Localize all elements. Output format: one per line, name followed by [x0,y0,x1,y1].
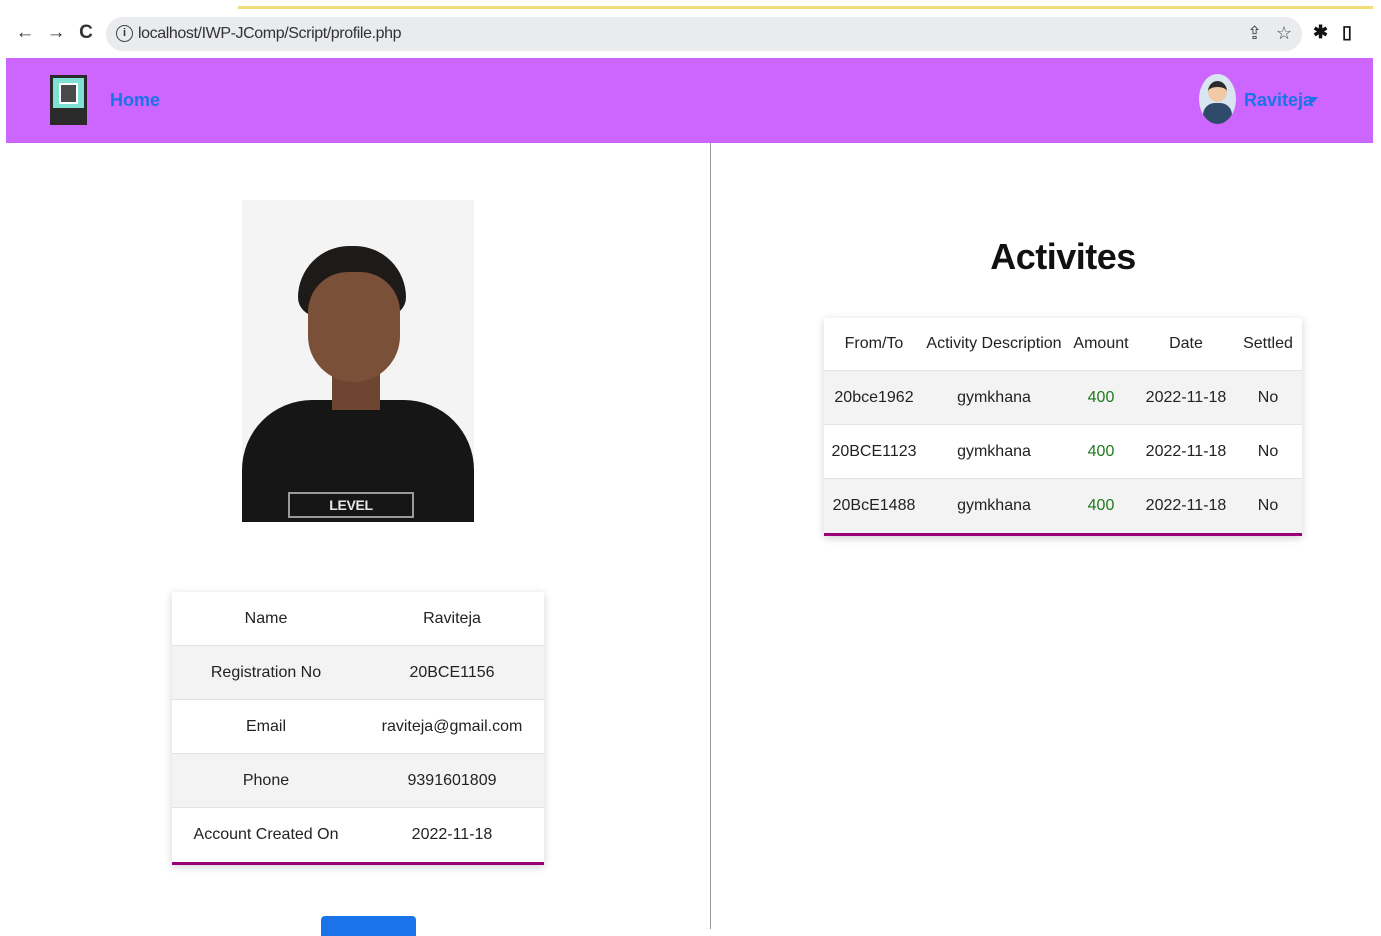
profile-row-email: Email raviteja@gmail.com [172,700,544,754]
from-to-cell: 20BcE1488 [832,497,916,514]
profile-row-created: Account Created On 2022-11-18 [172,808,544,862]
profile-row-name: Name Raviteja [172,592,544,646]
description-cell: gymkhana [957,442,1031,460]
table-row: 20BCE1123 gymkhana 400 2022-11-18 No [824,425,1302,479]
user-menu-toggle[interactable]: Raviteja [1244,90,1313,111]
settled-cell: No [1257,388,1279,406]
column-header: Amount [1073,335,1129,352]
profile-value: Raviteja [423,609,481,627]
date-cell: 2022-11-18 [1145,388,1227,406]
user-avatar[interactable] [1199,74,1236,124]
amount-cell: 400 [1087,442,1115,460]
table-header-row: From/To Activity Description Amount Date… [824,318,1302,371]
chevron-down-icon[interactable] [1308,97,1318,103]
reload-icon[interactable]: C [75,22,97,44]
profile-label: Registration No [210,663,322,681]
address-bar[interactable]: i localhost/IWP-JComp/Script/profile.php… [106,17,1302,51]
table-row: 20BcE1488 gymkhana 400 2022-11-18 No [824,479,1302,533]
profile-row-registration: Registration No 20BCE1156 [172,646,544,700]
site-navbar: Home Raviteja [6,58,1373,143]
profile-row-phone: Phone 9391601809 [172,754,544,808]
extensions-icon[interactable]: ✱ [1313,22,1328,43]
site-info-icon[interactable]: i [116,25,133,42]
page-load-progress [238,6,1373,9]
profile-action-button[interactable] [321,916,416,936]
amount-cell: 400 [1087,497,1115,514]
column-header: Activity Description [926,335,1062,352]
table-row: 20bce1962 gymkhana 400 2022-11-18 No [824,371,1302,425]
settled-cell: No [1257,442,1279,460]
description-cell: gymkhana [957,497,1031,514]
shirt-print-text: LEVEL UNLOCKED [288,492,414,522]
profile-photo: LEVEL UNLOCKED [242,200,474,522]
profile-value: 2022-11-18 [411,826,493,843]
profile-label: Phone [242,771,290,789]
settled-cell: No [1257,497,1279,514]
profile-value: 9391601809 [407,771,497,789]
column-header: Date [1169,335,1203,352]
from-to-cell: 20BCE1123 [831,442,917,460]
profile-value: raviteja@gmail.com [381,717,523,735]
profile-label: Account Created On [193,826,339,843]
back-icon[interactable]: ← [14,22,36,44]
site-logo-icon[interactable] [50,75,87,125]
share-icon[interactable]: ⇪ [1247,23,1262,44]
from-to-cell: 20bce1962 [834,388,914,406]
profile-details-table: Name Raviteja Registration No 20BCE1156 … [172,592,544,865]
home-link[interactable]: Home [110,90,160,111]
date-cell: 2022-11-18 [1145,442,1227,460]
column-header: Settled [1243,335,1293,352]
amount-cell: 400 [1087,388,1115,406]
browser-toolbar: ← → C i localhost/IWP-JComp/Script/profi… [0,0,1381,58]
activities-title: Activites [990,236,1136,277]
activities-table: From/To Activity Description Amount Date… [824,318,1302,536]
bookmark-star-icon[interactable]: ☆ [1276,23,1292,44]
column-divider [710,143,711,929]
column-header: From/To [844,335,904,352]
profile-label: Email [245,717,286,735]
forward-icon[interactable]: → [45,22,67,44]
description-cell: gymkhana [957,388,1031,406]
date-cell: 2022-11-18 [1145,497,1227,514]
side-panel-icon[interactable]: ▯ [1342,22,1352,43]
profile-label: Name [244,609,288,627]
profile-value: 20BCE1156 [409,663,495,681]
url-text[interactable]: localhost/IWP-JComp/Script/profile.php [138,25,402,43]
